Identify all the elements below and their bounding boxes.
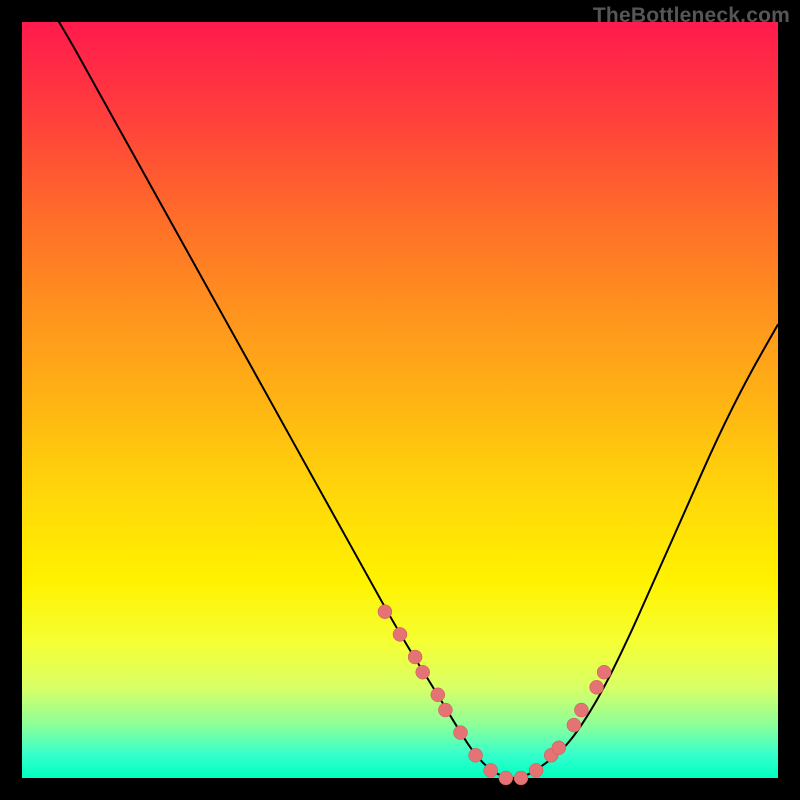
chart-svg [22, 22, 778, 778]
marker-point [597, 665, 611, 679]
marker-point [416, 665, 430, 679]
marker-point [567, 718, 581, 732]
watermark-text: TheBottleneck.com [593, 4, 790, 28]
marker-point [484, 763, 498, 777]
marker-point [514, 771, 528, 785]
marker-point [552, 741, 566, 755]
marker-point [408, 650, 422, 664]
chart-frame: TheBottleneck.com [0, 0, 800, 800]
marker-point [590, 680, 604, 694]
marker-point [438, 703, 452, 717]
bottleneck-curve [22, 0, 778, 778]
marker-point [574, 703, 588, 717]
marker-point [378, 605, 392, 619]
marker-point [529, 763, 543, 777]
marker-point [393, 627, 407, 641]
marker-point [431, 688, 445, 702]
marker-point [499, 771, 513, 785]
plot-area [22, 22, 778, 778]
marker-group [378, 605, 611, 785]
marker-point [469, 748, 483, 762]
marker-point [454, 726, 468, 740]
